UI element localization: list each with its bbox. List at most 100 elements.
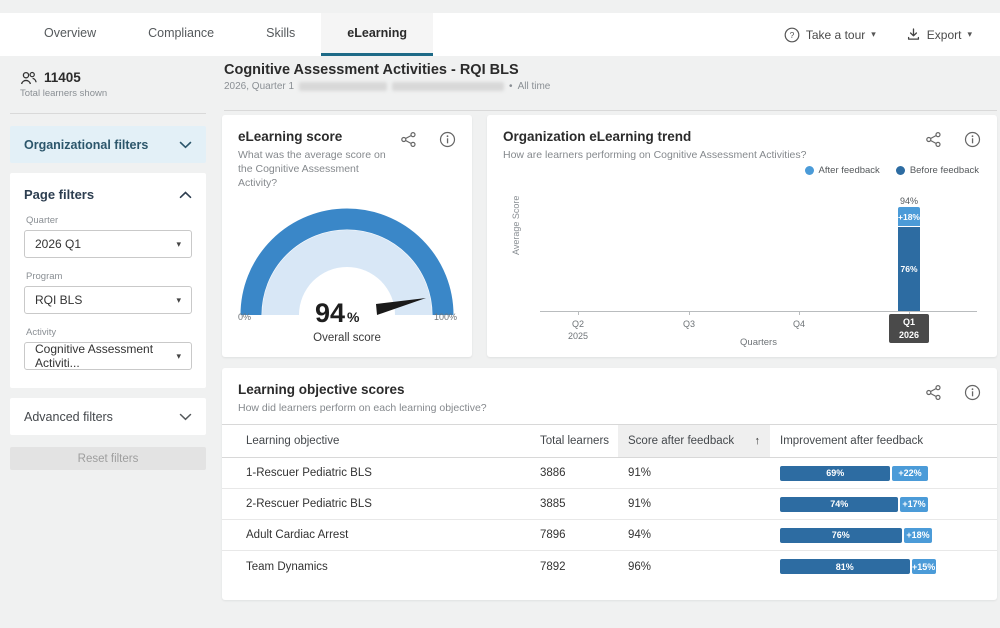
caret-down-icon: ▾ <box>176 239 181 250</box>
chevron-down-icon <box>179 413 192 421</box>
activity-field-label: Activity <box>26 327 192 338</box>
quarter-select[interactable]: 2026 Q1 ▾ <box>24 230 192 258</box>
learners-icon <box>20 71 37 85</box>
tick-mark <box>689 311 690 315</box>
tab-compliance[interactable]: Compliance <box>122 13 240 56</box>
page-subtitle: 2026, Quarter 1 • All time <box>224 81 997 92</box>
page-filters-title: Page filters <box>24 187 94 202</box>
bar-after-segment: +18% <box>898 207 920 227</box>
column-learning-objective[interactable]: Learning objective <box>246 425 540 457</box>
advanced-filters-toggle[interactable]: Advanced filters <box>10 398 206 435</box>
redacted-text <box>392 82 504 91</box>
activity-select[interactable]: Cognitive Assessment Activiti... ▾ <box>24 342 192 370</box>
score-card-subtitle: What was the average score on the Cognit… <box>238 148 400 191</box>
improvement-segment: +15% <box>912 559 936 574</box>
before-feedback-segment: 76% <box>780 528 902 543</box>
tab-overview[interactable]: Overview <box>18 13 122 56</box>
chevron-up-icon <box>179 191 192 199</box>
table-card-title: Learning objective scores <box>238 382 487 397</box>
svg-text:?: ? <box>790 30 795 40</box>
score-card-title: eLearning score <box>238 129 400 144</box>
take-a-tour-button[interactable]: ? Take a tour ▾ <box>784 27 876 43</box>
advanced-filters-label: Advanced filters <box>24 410 113 424</box>
caret-down-icon: ▾ <box>176 351 181 362</box>
page-filters-panel: Page filters Quarter 2026 Q1 ▾ Program R… <box>10 173 206 388</box>
learning-objectives-card: Learning objective scores How did learne… <box>222 368 997 600</box>
y-axis-label: Average Score <box>511 196 521 255</box>
trend-card: Organization eLearning trend How are lea… <box>487 115 997 357</box>
quarter-field-label: Quarter <box>26 215 192 226</box>
learner-count-block: 11405 Total learners shown <box>10 70 206 99</box>
improvement-bar: 69% +22% <box>770 466 997 481</box>
tab-elearning[interactable]: eLearning <box>321 13 433 56</box>
before-feedback-segment: 74% <box>780 497 898 512</box>
before-feedback-segment: 81% <box>780 559 910 574</box>
subtitle-timerange: All time <box>518 81 551 92</box>
learner-count-caption: Total learners shown <box>20 88 206 99</box>
x-axis-title: Quarters <box>540 337 977 348</box>
tick-mark <box>578 311 579 315</box>
gauge-max-label: 100% <box>434 312 457 322</box>
page-title: Cognitive Assessment Activities - RQI BL… <box>224 62 997 78</box>
info-icon[interactable] <box>964 384 981 401</box>
export-label: Export <box>927 28 962 42</box>
gauge-percent-sign: % <box>347 309 360 325</box>
improvement-bar: 76% +18% <box>770 528 997 543</box>
elearning-score-card: eLearning score What was the average sco… <box>222 115 472 357</box>
gauge-value: 94 <box>315 298 345 325</box>
improvement-segment: +17% <box>900 497 927 512</box>
share-icon[interactable] <box>925 384 942 401</box>
caret-down-icon: ▾ <box>176 295 181 306</box>
chevron-down-icon: ▾ <box>967 29 972 40</box>
tick-q4: Q4 <box>777 318 821 330</box>
table-row: Team Dynamics 7892 96% 81% +15% <box>222 551 997 582</box>
gauge-figure: 94 % 0% 100% <box>236 203 458 325</box>
improvement-bar: 74% +17% <box>770 497 997 512</box>
take-a-tour-label: Take a tour <box>806 28 865 42</box>
info-icon[interactable] <box>439 131 456 148</box>
redacted-text <box>299 82 387 91</box>
trend-plot: Average Score Q2 2025 Q3 Q4 Q1 2026 Quar… <box>487 115 997 357</box>
nav-tabs: Overview Compliance Skills eLearning <box>0 13 433 56</box>
sort-ascending-icon: ↑ <box>755 435 761 447</box>
question-circle-icon: ? <box>784 27 800 43</box>
column-score-after-feedback[interactable]: Score after feedback ↑ <box>618 425 770 457</box>
organizational-filters-toggle[interactable]: Organizational filters <box>10 126 206 163</box>
score-gauge: 94 % 0% 100% Overall score <box>236 203 458 344</box>
tab-skills[interactable]: Skills <box>240 13 321 56</box>
objectives-table: Learning objective Total learners Score … <box>222 424 997 582</box>
improvement-segment: +22% <box>892 466 927 481</box>
improvement-segment: +18% <box>904 528 933 543</box>
tick-mark <box>799 311 800 315</box>
table-row: Adult Cardiac Arrest 7896 94% 76% +18% <box>222 520 997 551</box>
page-header: Cognitive Assessment Activities - RQI BL… <box>224 62 997 92</box>
learner-count: 11405 <box>44 70 81 85</box>
before-feedback-segment: 69% <box>780 466 890 481</box>
program-select-value: RQI BLS <box>35 293 82 307</box>
table-row: 2-Rescuer Pediatric BLS 3885 91% 74% +17… <box>222 489 997 520</box>
gauge-min-label: 0% <box>238 312 251 322</box>
window-top-strip <box>0 0 1000 13</box>
bar-total-label: 94% <box>890 196 928 206</box>
x-axis-line <box>540 311 977 312</box>
bar-before-segment: 76% <box>898 227 920 311</box>
activity-select-value: Cognitive Assessment Activiti... <box>35 342 176 370</box>
download-icon <box>906 27 921 42</box>
filter-sidebar: 11405 Total learners shown Organizationa… <box>0 56 216 628</box>
organizational-filters-label: Organizational filters <box>24 138 148 152</box>
tick-q3: Q3 <box>667 318 711 330</box>
column-total-learners[interactable]: Total learners <box>540 425 628 457</box>
header-divider <box>224 110 997 111</box>
chevron-down-icon <box>179 141 192 149</box>
q1-2026-bar[interactable]: +18% 76% <box>898 207 920 311</box>
column-improvement-after-feedback[interactable]: Improvement after feedback <box>770 425 997 457</box>
export-button[interactable]: Export ▾ <box>906 27 972 42</box>
program-select[interactable]: RQI BLS ▾ <box>24 286 192 314</box>
gauge-caption: Overall score <box>236 332 458 344</box>
program-field-label: Program <box>26 271 192 282</box>
improvement-bar: 81% +15% <box>770 559 997 574</box>
page-filters-toggle[interactable]: Page filters <box>24 187 192 202</box>
reset-filters-button[interactable]: Reset filters <box>10 447 206 470</box>
share-icon[interactable] <box>400 131 417 148</box>
quarter-select-value: 2026 Q1 <box>35 237 81 251</box>
